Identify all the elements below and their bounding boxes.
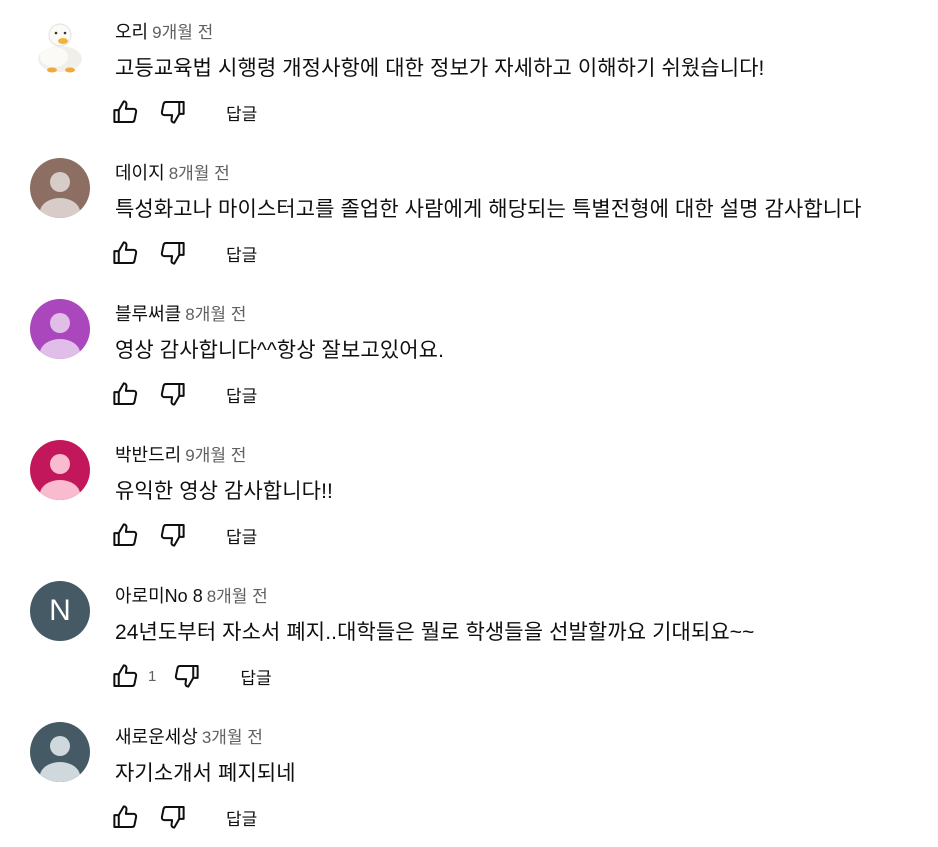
author-name[interactable]: 오리 [115, 22, 148, 42]
comment-text: 고등교육법 시행령 개정사항에 대한 정보가 자세하고 이해하기 쉬웠습니다! [115, 57, 765, 80]
dislike-button[interactable] [170, 660, 204, 692]
comment-text: 영상 감사합니다^^항상 잘보고있어요. [115, 339, 445, 362]
like-button[interactable] [108, 237, 142, 269]
avatar[interactable] [30, 17, 90, 77]
comment-actions: 답글 [108, 237, 259, 269]
avatar-letter: N [49, 594, 71, 627]
avatar[interactable] [30, 440, 90, 500]
thumb-down-icon [160, 806, 185, 829]
thumb-up-icon [113, 241, 138, 264]
comment-header: 박반드리 9개월 전 [115, 441, 246, 467]
comment-time[interactable]: 8개월 전 [185, 305, 246, 324]
reply-button[interactable]: 답글 [224, 519, 259, 552]
thumb-down-icon [175, 665, 199, 688]
comment-header: 데이지 8개월 전 [115, 159, 230, 185]
thumb-up-icon [113, 523, 138, 546]
thumb-up-icon [113, 382, 138, 405]
comment-time[interactable]: 9개월 전 [185, 446, 246, 465]
default-avatar-icon [30, 722, 90, 782]
comment-item: 오리 9개월 전 고등교육법 시행령 개정사항에 대한 정보가 자세하고 이해하기… [0, 0, 938, 141]
thumb-down-icon [160, 242, 185, 265]
comment-actions: 답글 [108, 96, 259, 128]
thumb-down-icon [160, 383, 185, 406]
avatar[interactable]: N [30, 581, 90, 641]
comment-text: 자기소개서 폐지되네 [115, 762, 296, 785]
comment-actions: 답글 [108, 378, 259, 410]
author-name[interactable]: 박반드리 [115, 445, 181, 465]
comment-time[interactable]: 8개월 전 [169, 164, 230, 183]
comment-text: 24년도부터 자소서 폐지..대학들은 뭘로 학생들을 선발할까요 기대되요~~ [115, 621, 755, 644]
reply-button[interactable]: 답글 [224, 378, 259, 411]
dislike-button[interactable] [156, 96, 190, 128]
author-name[interactable]: 데이지 [115, 163, 165, 183]
comments-section: 오리 9개월 전 고등교육법 시행령 개정사항에 대한 정보가 자세하고 이해하기… [0, 0, 938, 847]
comment-header: 오리 9개월 전 [115, 18, 213, 44]
thumb-down-icon [160, 524, 185, 547]
avatar[interactable] [30, 299, 90, 359]
like-button[interactable] [108, 378, 142, 410]
comment-item: 데이지 8개월 전 특성화고나 마이스터고를 졸업한 사람에게 해당되는 특별전형… [0, 141, 938, 282]
comment-item: 블루써클 8개월 전 영상 감사합니다^^항상 잘보고있어요. 답글 [0, 282, 938, 423]
comment-item: N 아로미No 8 8개월 전 24년도부터 자소서 폐지..대학들은 뭘로 학생… [0, 564, 938, 705]
comment-time[interactable]: 8개월 전 [207, 587, 268, 606]
comment-time[interactable]: 9개월 전 [152, 23, 213, 42]
default-avatar-icon [30, 299, 90, 359]
like-button[interactable] [108, 660, 142, 692]
comment-text: 유익한 영상 감사합니다!! [115, 480, 333, 503]
thumb-up-icon [113, 100, 138, 123]
reply-button[interactable]: 답글 [224, 801, 259, 834]
default-avatar-icon [30, 158, 90, 218]
thumb-up-icon [113, 805, 138, 828]
avatar[interactable] [30, 722, 90, 782]
author-name[interactable]: 새로운세상 [115, 727, 198, 747]
author-name[interactable]: 블루써클 [115, 304, 181, 324]
reply-button[interactable]: 답글 [238, 660, 273, 693]
like-button[interactable] [108, 519, 142, 551]
author-name[interactable]: 아로미No 8 [115, 586, 203, 606]
comment-text: 특성화고나 마이스터고를 졸업한 사람에게 해당되는 특별전형에 대한 설명 감… [115, 198, 862, 221]
comment-header: 새로운세상 3개월 전 [115, 723, 263, 749]
dislike-button[interactable] [156, 801, 190, 833]
comment-item: 새로운세상 3개월 전 자기소개서 폐지되네 답글 [0, 705, 938, 846]
comment-header: 블루써클 8개월 전 [115, 300, 246, 326]
dislike-button[interactable] [156, 519, 190, 551]
like-button[interactable] [108, 96, 142, 128]
comment-item: 박반드리 9개월 전 유익한 영상 감사합니다!! 답글 [0, 423, 938, 564]
dislike-button[interactable] [156, 378, 190, 410]
default-avatar-icon [30, 440, 90, 500]
comment-header: 아로미No 8 8개월 전 [115, 582, 268, 608]
comment-time[interactable]: 3개월 전 [202, 728, 263, 747]
avatar[interactable] [30, 158, 90, 218]
like-button[interactable] [108, 801, 142, 833]
duck-avatar-image [30, 17, 90, 77]
like-count: 1 [148, 667, 157, 685]
dislike-button[interactable] [156, 237, 190, 269]
reply-button[interactable]: 답글 [224, 237, 259, 270]
comment-actions: 답글 [108, 801, 259, 833]
reply-button[interactable]: 답글 [224, 96, 259, 129]
thumb-down-icon [160, 101, 185, 124]
comment-actions: 1 답글 [108, 660, 274, 692]
thumb-up-icon [113, 664, 138, 687]
comment-actions: 답글 [108, 519, 259, 551]
